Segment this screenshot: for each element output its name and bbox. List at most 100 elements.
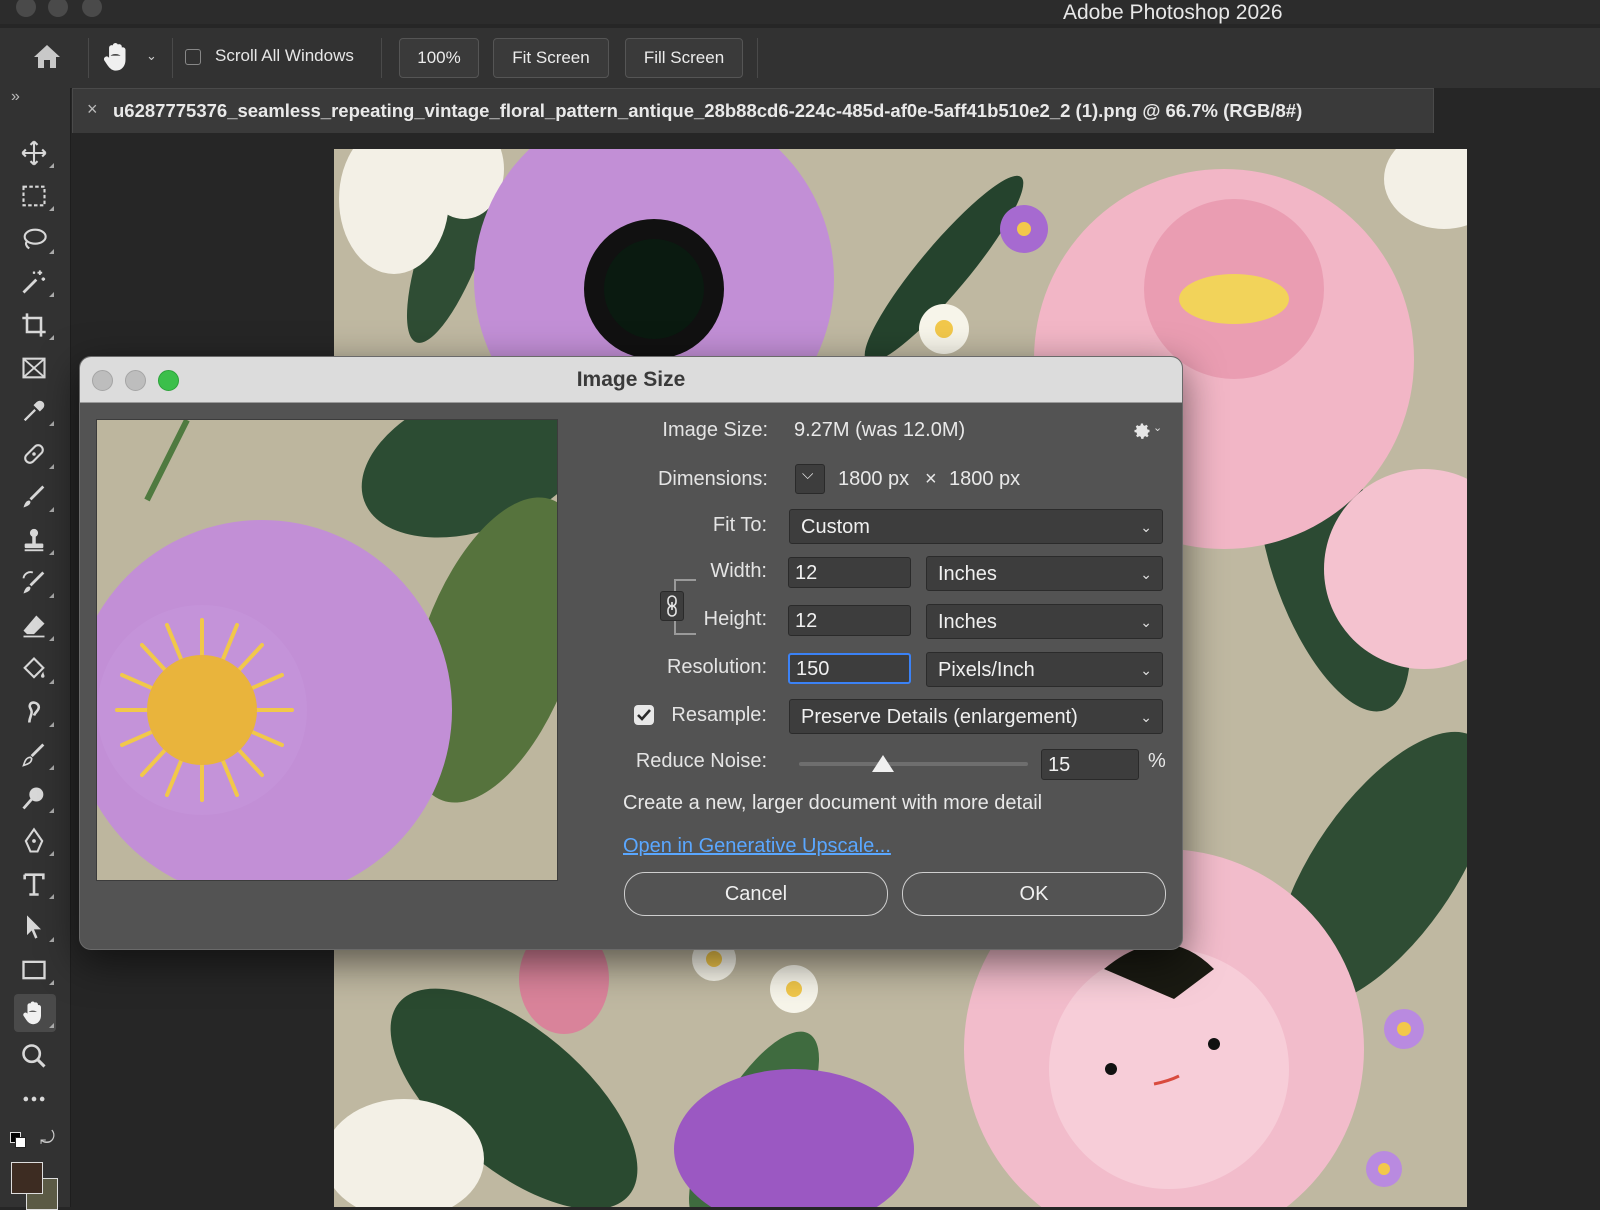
reduce-noise-input[interactable]: 15 bbox=[1041, 749, 1139, 780]
frame-icon bbox=[22, 357, 46, 379]
pen-tool[interactable] bbox=[14, 822, 56, 860]
reduce-noise-slider-thumb[interactable] bbox=[872, 755, 894, 772]
resolution-label: Resolution: bbox=[666, 656, 767, 678]
dimensions-height: 1800 px bbox=[949, 468, 1021, 490]
magic-wand-tool[interactable] bbox=[14, 263, 56, 301]
reduce-noise-slider[interactable] bbox=[799, 762, 1028, 766]
marquee-tool[interactable] bbox=[14, 177, 56, 215]
clone-stamp-tool[interactable] bbox=[14, 521, 56, 559]
options-separator bbox=[381, 38, 382, 78]
dimensions-label: Dimensions: bbox=[657, 468, 768, 490]
fit-to-label: Fit To: bbox=[712, 514, 767, 536]
close-tab-icon[interactable]: × bbox=[87, 99, 98, 120]
image-preview[interactable] bbox=[96, 419, 558, 881]
zoom-100-button[interactable]: 100% bbox=[399, 38, 479, 78]
dimensions-width: 1800 px bbox=[838, 468, 910, 490]
foreground-color-swatch[interactable] bbox=[11, 1162, 43, 1194]
hand-tool[interactable] bbox=[14, 994, 56, 1032]
height-input[interactable]: 12 bbox=[788, 605, 911, 636]
brush-alt-icon bbox=[22, 743, 45, 767]
default-colors-icon[interactable] bbox=[10, 1132, 26, 1148]
fill-screen-button[interactable]: Fill Screen bbox=[625, 38, 743, 78]
link-icon bbox=[667, 595, 677, 617]
fit-screen-button[interactable]: Fit Screen bbox=[493, 38, 609, 78]
dimensions-units-dropdown[interactable]: ⌵ bbox=[795, 464, 825, 494]
eraser-icon bbox=[23, 615, 45, 638]
smudge-icon bbox=[28, 701, 41, 723]
options-bar: ⌄ Scroll All Windows 100% Fit Screen Fil… bbox=[0, 28, 1600, 89]
dialog-title: Image Size bbox=[576, 368, 686, 391]
history-brush-icon bbox=[22, 571, 45, 594]
document-tab[interactable]: × u6287775376_seamless_repeating_vintage… bbox=[72, 88, 1434, 133]
height-unit-value: Inches bbox=[938, 611, 997, 633]
home-icon bbox=[34, 45, 60, 68]
chevron-down-icon: ⌵ bbox=[802, 466, 814, 483]
dodge-icon bbox=[22, 787, 44, 810]
preview-artwork bbox=[97, 420, 557, 880]
path-selection-tool[interactable] bbox=[14, 908, 56, 946]
window-zoom-button[interactable] bbox=[82, 0, 102, 17]
image-size-value: 9.27M (was 12.0M) bbox=[794, 419, 966, 441]
cancel-button[interactable]: Cancel bbox=[624, 872, 888, 916]
width-label: Width: bbox=[710, 560, 767, 582]
resample-select[interactable]: Preserve Details (enlargement) ⌄ bbox=[789, 699, 1163, 734]
fit-to-select[interactable]: Custom ⌄ bbox=[789, 509, 1163, 544]
eyedropper-tool[interactable] bbox=[14, 392, 56, 430]
window-close-button[interactable] bbox=[16, 0, 36, 17]
lasso-tool[interactable] bbox=[14, 220, 56, 258]
width-unit-select[interactable]: Inches ⌄ bbox=[926, 556, 1163, 591]
scroll-all-windows-label: Scroll All Windows bbox=[215, 46, 354, 65]
hand-icon bbox=[104, 43, 126, 71]
bandage-icon bbox=[24, 444, 44, 464]
chevron-down-icon: ⌄ bbox=[1140, 614, 1152, 630]
gear-icon bbox=[1134, 423, 1150, 439]
frame-tool[interactable] bbox=[14, 349, 56, 387]
document-tab-bar: × u6287775376_seamless_repeating_vintage… bbox=[72, 88, 1600, 134]
rectangle-tool[interactable] bbox=[14, 951, 56, 989]
resample-checkbox[interactable] bbox=[634, 705, 654, 725]
smudge-tool[interactable] bbox=[14, 693, 56, 731]
options-separator bbox=[88, 38, 89, 78]
ok-button[interactable]: OK bbox=[902, 872, 1166, 916]
width-input[interactable]: 12 bbox=[788, 557, 911, 588]
swap-colors-icon[interactable]: ⤾ bbox=[40, 1128, 55, 1149]
width-unit-value: Inches bbox=[938, 563, 997, 585]
home-button[interactable] bbox=[32, 42, 66, 72]
upscale-hint: Create a new, larger document with more … bbox=[623, 792, 1043, 814]
move-tool[interactable] bbox=[14, 134, 56, 172]
resample-value: Preserve Details (enlargement) bbox=[801, 706, 1078, 728]
hand-icon bbox=[23, 1001, 41, 1025]
arrow-cursor-icon bbox=[27, 915, 41, 939]
hand-tool-preset-button[interactable]: ⌄ bbox=[100, 40, 162, 74]
settings-menu-button[interactable]: ⌄ bbox=[1132, 419, 1164, 445]
scroll-all-windows-checkbox[interactable] bbox=[185, 49, 201, 65]
dodge-tool[interactable] bbox=[14, 779, 56, 817]
zoom-tool[interactable] bbox=[14, 1037, 56, 1075]
chevron-down-icon: ⌄ bbox=[1140, 566, 1152, 582]
resolution-input[interactable]: 150 bbox=[788, 653, 911, 684]
edit-toolbar-button[interactable] bbox=[14, 1080, 56, 1118]
chevron-down-icon: ⌄ bbox=[1153, 422, 1163, 434]
healing-brush-tool[interactable] bbox=[14, 435, 56, 473]
chevron-down-icon: ⌄ bbox=[146, 48, 157, 63]
dimensions-times: × bbox=[925, 468, 937, 490]
paint-bucket-tool[interactable] bbox=[14, 650, 56, 688]
rectangle-icon bbox=[22, 960, 46, 980]
dialog-titlebar: Image Size bbox=[80, 357, 1182, 403]
magic-wand-icon bbox=[22, 270, 46, 294]
dodge-tool-alt[interactable] bbox=[14, 736, 56, 774]
panel-expand-icon[interactable]: » bbox=[11, 88, 20, 106]
window-minimize-button[interactable] bbox=[48, 0, 68, 17]
document-tab-title: u6287775376_seamless_repeating_vintage_f… bbox=[113, 100, 1303, 121]
crop-tool[interactable] bbox=[14, 306, 56, 344]
paint-bucket-icon bbox=[23, 657, 45, 679]
fit-to-value: Custom bbox=[801, 516, 870, 538]
eraser-tool[interactable] bbox=[14, 607, 56, 645]
height-unit-select[interactable]: Inches ⌄ bbox=[926, 604, 1163, 639]
history-brush-tool[interactable] bbox=[14, 564, 56, 602]
magnifier-icon bbox=[22, 1044, 46, 1068]
generative-upscale-link[interactable]: Open in Generative Upscale... bbox=[623, 835, 891, 858]
resolution-unit-select[interactable]: Pixels/Inch ⌄ bbox=[926, 652, 1163, 687]
brush-tool[interactable] bbox=[14, 478, 56, 516]
type-tool[interactable] bbox=[14, 865, 56, 903]
